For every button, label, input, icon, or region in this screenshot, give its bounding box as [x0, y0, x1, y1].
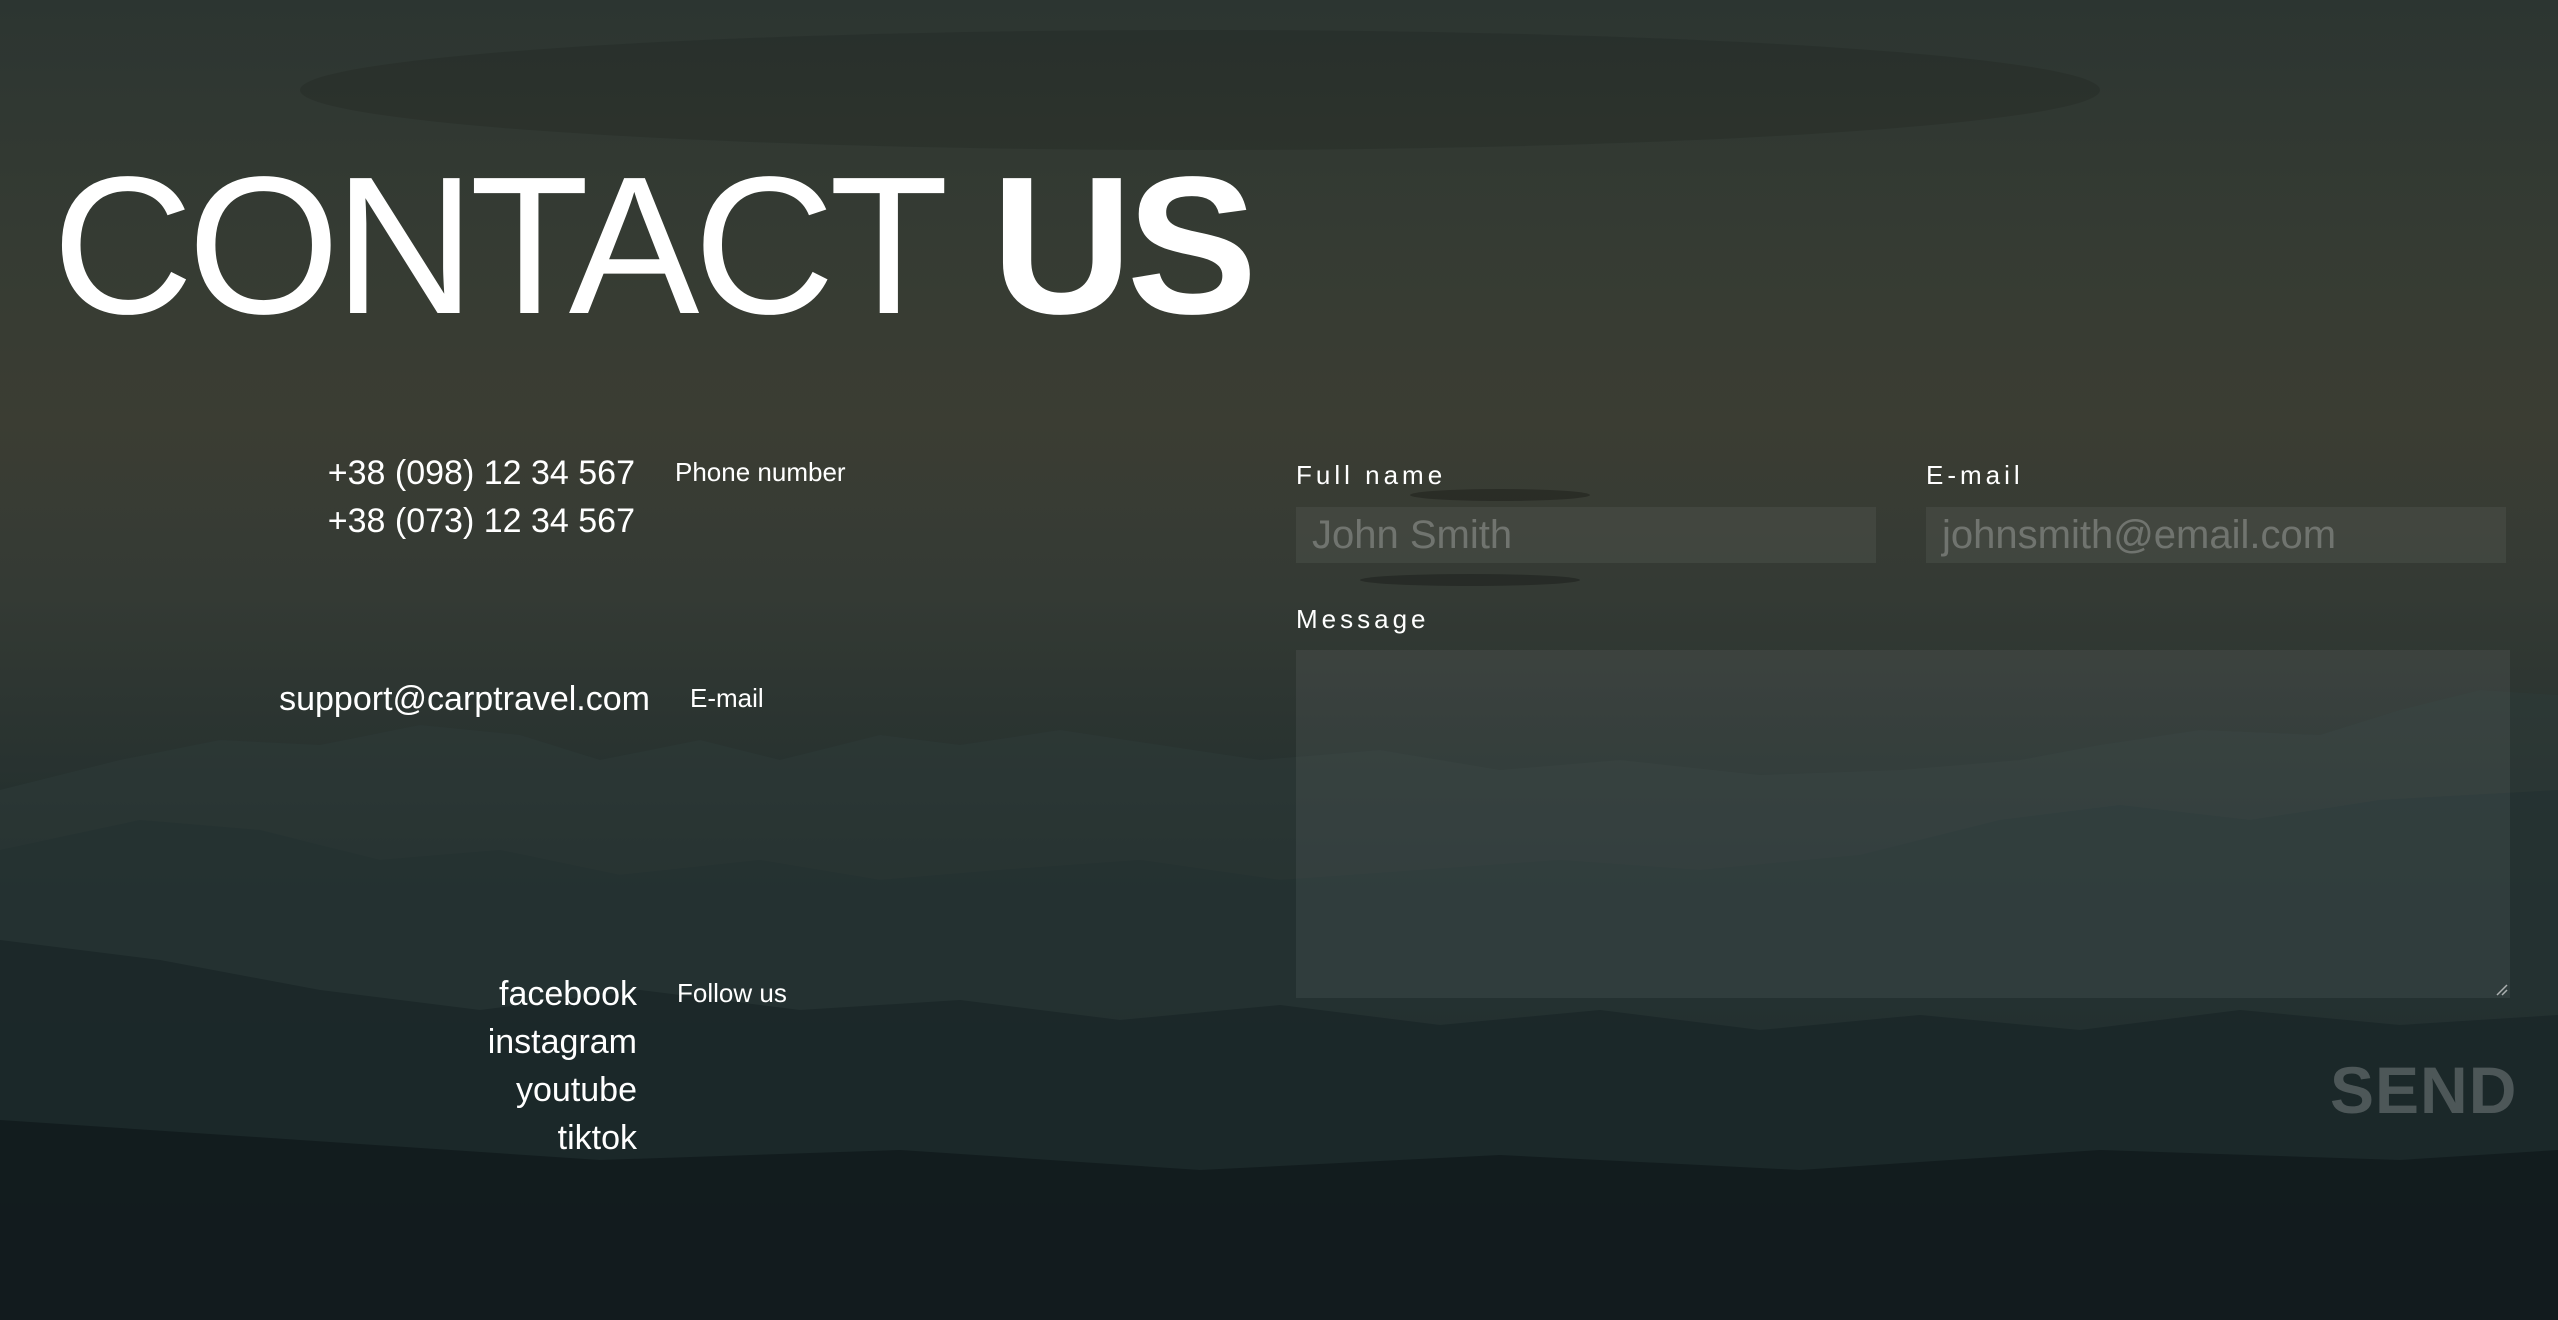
social-link-tiktok[interactable]: tiktok: [488, 1114, 637, 1162]
fullname-input[interactable]: John Smith: [1296, 507, 1876, 563]
message-textarea[interactable]: [1296, 650, 2510, 998]
social-link-youtube[interactable]: youtube: [488, 1066, 637, 1114]
page-title: CONTACT US: [52, 148, 1257, 344]
email-value: support@carptravel.com: [279, 675, 650, 723]
social-link-instagram[interactable]: instagram: [488, 1018, 637, 1066]
fullname-label: Full name: [1296, 460, 1447, 490]
phone-link-2[interactable]: +38 (073) 12 34 567: [328, 497, 635, 545]
social-link-facebook[interactable]: facebook: [488, 970, 637, 1018]
send-button[interactable]: SEND: [2330, 1050, 2516, 1130]
phone-list: +38 (098) 12 34 567 +38 (073) 12 34 567: [328, 449, 635, 545]
social-list: facebook instagram youtube tiktok: [488, 970, 637, 1162]
message-label: Message: [1296, 604, 1430, 634]
email-field-label: E-mail: [1926, 460, 2024, 490]
email-field[interactable]: johnsmith@email.com: [1926, 507, 2506, 563]
title-light: CONTACT: [52, 136, 949, 355]
phone-link-1[interactable]: +38 (098) 12 34 567: [328, 449, 635, 497]
title-bold: US: [991, 136, 1257, 355]
resize-handle-icon[interactable]: [2494, 982, 2508, 996]
email-link[interactable]: support@carptravel.com: [279, 675, 650, 723]
email-label: E-mail: [690, 683, 764, 713]
socials-label: Follow us: [677, 978, 787, 1008]
phone-label: Phone number: [675, 457, 846, 487]
